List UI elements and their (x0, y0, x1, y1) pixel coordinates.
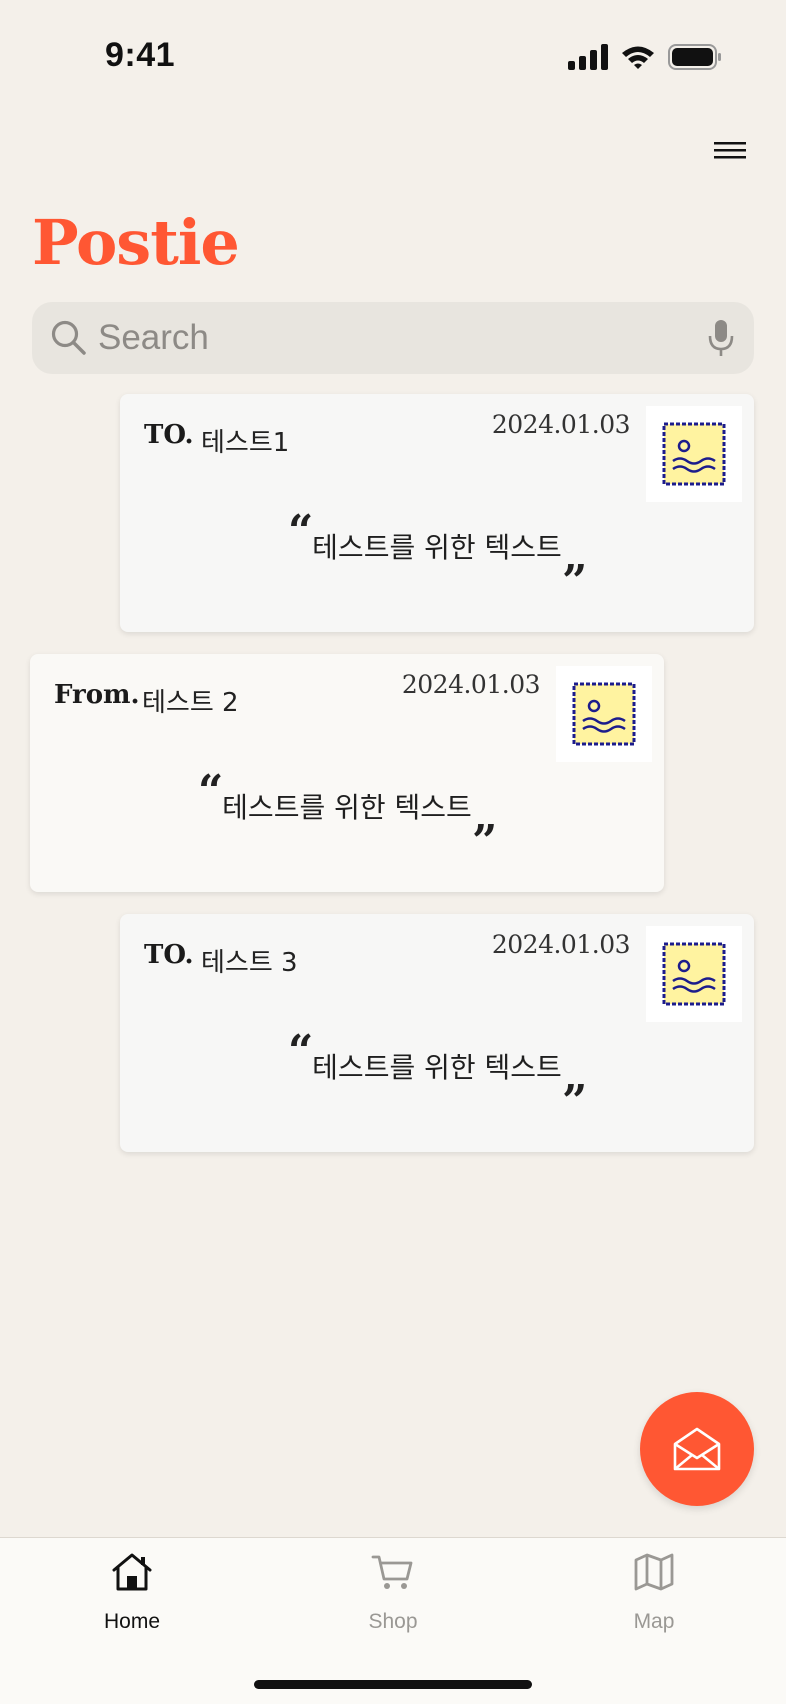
card-date: 2024.01.03 (401, 670, 541, 699)
tab-shop-label: Shop (368, 1610, 418, 1633)
tab-shop[interactable]: Shop (293, 1538, 493, 1648)
letter-card[interactable]: TO. 테스트1 2024.01.03 “ 테스트를 위한 텍스트 ” (120, 394, 754, 632)
menu-button[interactable] (710, 136, 750, 164)
hamburger-menu-icon (714, 142, 746, 159)
card-recipient-name: 테스트 3 (201, 948, 298, 978)
card-message: 테스트를 위한 텍스트 (222, 791, 472, 824)
quote-close-icon: ” (562, 556, 588, 607)
cart-icon (371, 1555, 413, 1589)
card-date: 2024.01.03 (491, 410, 631, 439)
search-icon (51, 320, 86, 355)
open-envelope-icon (673, 1427, 721, 1471)
home-icon (112, 1553, 152, 1591)
tab-map-label: Map (633, 1610, 675, 1633)
map-icon (634, 1553, 674, 1591)
search-input[interactable] (98, 302, 658, 374)
card-sender-prefix: From. (54, 680, 140, 710)
status-time: 9:41 (105, 36, 176, 74)
battery-icon (668, 44, 721, 70)
stamp-icon (646, 406, 742, 502)
quote-close-icon: ” (472, 816, 498, 867)
letter-card[interactable]: From. 테스트 2 2024.01.03 “ 테스트를 위한 텍스트 ” (30, 654, 664, 892)
stamp-icon (556, 666, 652, 762)
card-recipient-prefix: TO. (144, 940, 194, 970)
home-indicator (254, 1680, 532, 1689)
card-sender-name: 테스트 2 (142, 688, 239, 718)
stamp-icon (646, 926, 742, 1022)
status-bar: 9:41 (0, 0, 786, 110)
card-message: 테스트를 위한 텍스트 (312, 1051, 562, 1084)
quote-close-icon: ” (562, 1076, 588, 1127)
card-message: 테스트를 위한 텍스트 (312, 531, 562, 564)
tab-map[interactable]: Map (554, 1538, 754, 1648)
tab-home-label: Home (103, 1610, 161, 1633)
status-icons (568, 44, 722, 70)
compose-letter-button[interactable] (640, 1392, 754, 1506)
card-recipient-name: 테스트1 (201, 428, 290, 458)
tab-bar: Home Shop Map (0, 1537, 786, 1704)
tab-home[interactable]: Home (32, 1538, 232, 1648)
card-date: 2024.01.03 (491, 930, 631, 959)
cellular-signal-icon (568, 44, 608, 70)
letter-card[interactable]: TO. 테스트 3 2024.01.03 “ 테스트를 위한 텍스트 ” (120, 914, 754, 1152)
page-title: Postie (32, 206, 240, 279)
search-bar[interactable] (32, 302, 754, 374)
microphone-icon[interactable] (708, 318, 734, 358)
wifi-icon (622, 46, 654, 69)
card-recipient-prefix: TO. (144, 420, 194, 450)
